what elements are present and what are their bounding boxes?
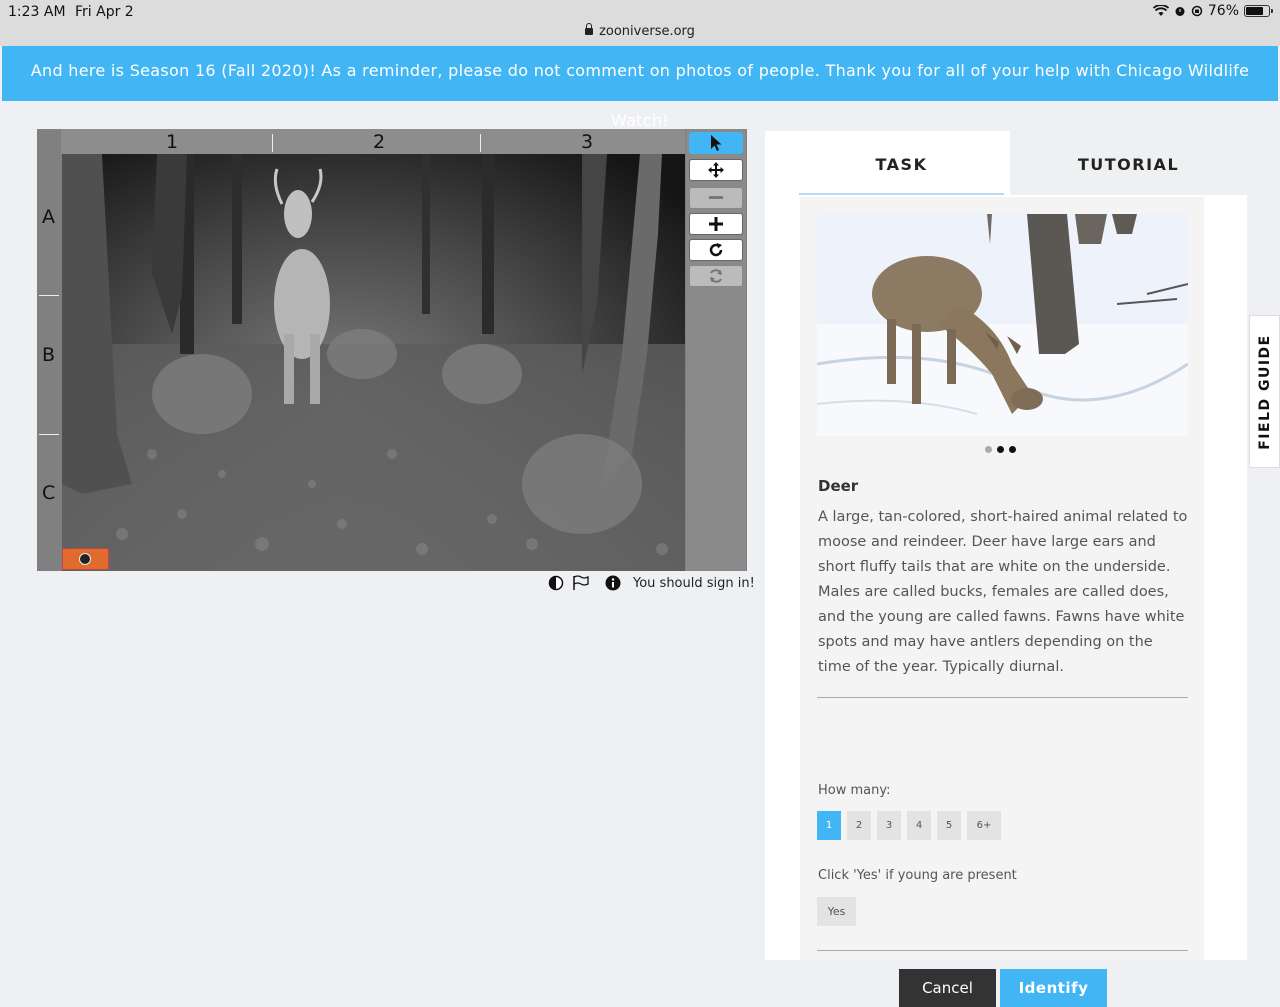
camera-logo <box>62 548 109 570</box>
reset-button[interactable] <box>689 265 743 287</box>
column-label: 2 <box>373 131 386 153</box>
move-tool-button[interactable] <box>689 159 743 181</box>
field-guide-tab[interactable]: FIELD GUIDE <box>1249 315 1280 468</box>
subject-viewer: 1 2 3 A B C <box>37 129 747 571</box>
young-present-label: Click 'Yes' if young are present <box>818 868 1017 883</box>
carousel-dots[interactable] <box>985 446 1016 453</box>
pointer-tool-button[interactable] <box>689 132 743 154</box>
row-label: C <box>42 482 56 504</box>
sign-in-prompt: You should sign in! <box>633 575 755 591</box>
grid-divider <box>39 434 59 435</box>
animal-description: A large, tan-colored, short-haired anima… <box>818 509 1188 675</box>
divider <box>817 697 1188 698</box>
identify-button[interactable]: Identify <box>1000 969 1107 1007</box>
count-selector: 1 2 3 4 5 6+ <box>817 811 1001 840</box>
orientation-lock-icon <box>1191 5 1203 17</box>
young-yes-button[interactable]: Yes <box>817 897 856 926</box>
count-button-1[interactable]: 1 <box>817 811 841 840</box>
zoom-in-button[interactable] <box>689 213 743 235</box>
field-guide-label: FIELD GUIDE <box>1256 333 1273 450</box>
grid-divider <box>39 295 59 296</box>
cancel-button[interactable]: Cancel <box>899 969 996 1007</box>
battery-icon <box>1244 5 1273 17</box>
how-many-label: How many: <box>818 783 891 798</box>
pointer-icon <box>711 135 722 151</box>
grid-divider <box>272 134 273 152</box>
subject-image[interactable] <box>62 154 685 571</box>
url-text: zooniverse.org <box>599 24 695 39</box>
announcement-banner: And here is Season 16 (Fall 2020)! As a … <box>2 46 1278 130</box>
column-label: 1 <box>166 131 179 153</box>
zoom-out-icon <box>709 196 723 199</box>
invert-contrast-icon[interactable] <box>548 575 564 591</box>
deer-in-snow-photo <box>817 214 1188 436</box>
status-time: 1:23 AM <box>8 4 66 20</box>
lock-icon <box>585 23 594 35</box>
deer-example-image[interactable] <box>817 214 1188 436</box>
alarm-icon <box>1175 7 1185 16</box>
flag-icon[interactable] <box>572 575 589 591</box>
viewer-footer: You should sign in! <box>548 575 755 591</box>
tab-task[interactable]: TASK <box>799 131 1004 195</box>
rotate-button[interactable] <box>689 239 743 261</box>
divider <box>817 950 1188 951</box>
grid-divider <box>480 134 481 152</box>
wifi-icon <box>1152 5 1169 16</box>
reset-icon <box>710 269 722 283</box>
status-date: Fri Apr 2 <box>75 4 134 20</box>
url-bar[interactable]: zooniverse.org <box>0 23 1280 39</box>
count-button-4[interactable]: 4 <box>907 811 931 840</box>
carousel-dot[interactable] <box>997 446 1004 453</box>
tab-tutorial[interactable]: TUTORIAL <box>1010 131 1247 195</box>
count-button-5[interactable]: 5 <box>937 811 961 840</box>
row-label: B <box>42 344 56 366</box>
move-icon <box>708 162 724 178</box>
count-button-2[interactable]: 2 <box>847 811 871 840</box>
task-panel: TASK TUTORIAL Deer A large, tan-colored,… <box>765 131 1247 1007</box>
count-button-3[interactable]: 3 <box>877 811 901 840</box>
rotate-icon <box>709 243 723 257</box>
row-labels: A B C <box>37 154 61 571</box>
info-icon[interactable] <box>605 575 621 591</box>
zoom-in-icon <box>709 217 723 231</box>
field-guide-card: Deer A large, tan-colored, short-haired … <box>800 197 1204 1007</box>
column-label: 3 <box>581 131 594 153</box>
animal-name: Deer <box>818 477 859 495</box>
battery-percent: 76% <box>1207 3 1239 19</box>
image-toolbar <box>686 129 746 571</box>
status-bar: 1:23 AM Fri Apr 2 zooniverse.org 76% <box>0 0 1280 46</box>
zoom-out-button[interactable] <box>689 187 743 209</box>
night-camera-photo <box>62 154 685 571</box>
carousel-dot[interactable] <box>985 446 992 453</box>
row-label: A <box>42 206 55 228</box>
count-button-6-plus[interactable]: 6+ <box>967 811 1001 840</box>
carousel-dot[interactable] <box>1009 446 1016 453</box>
column-labels: 1 2 3 <box>61 129 685 154</box>
status-icons: 76% <box>1152 3 1273 19</box>
